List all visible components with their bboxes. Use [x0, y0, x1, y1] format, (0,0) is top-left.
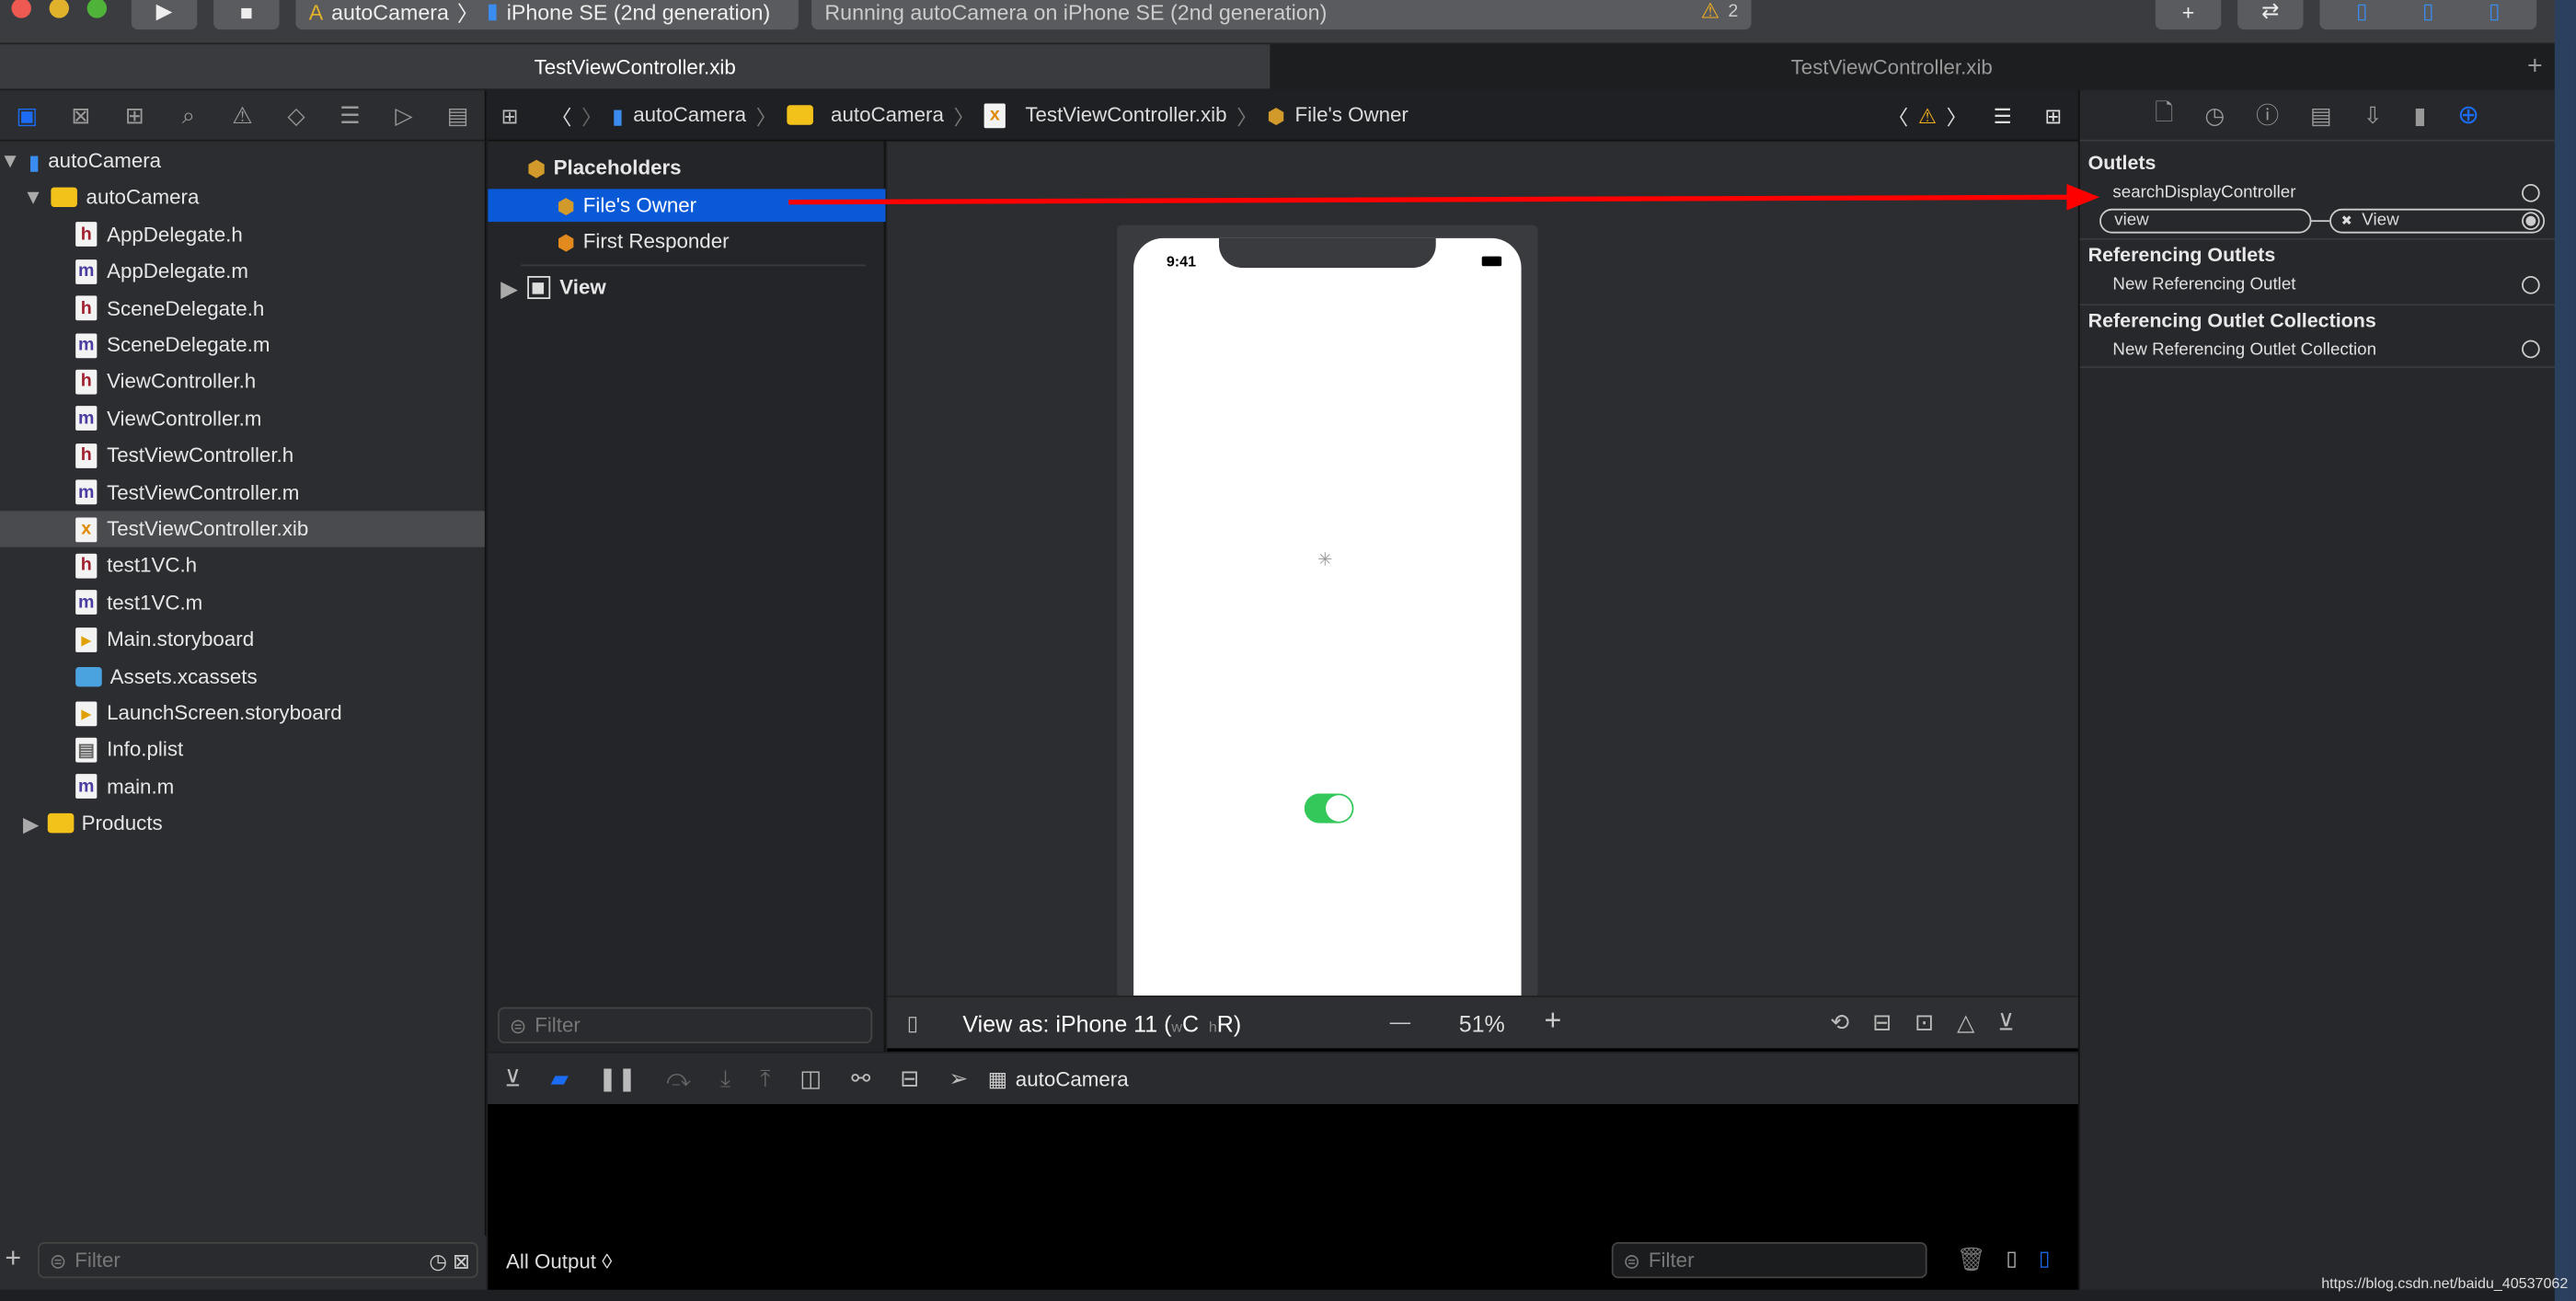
arrow-shaft — [788, 194, 2074, 205]
watermark: https://blog.csdn.net/baidu_40537062 — [2321, 1274, 2569, 1292]
annotation-arrow — [788, 183, 2100, 211]
arrow-head — [2066, 183, 2100, 211]
